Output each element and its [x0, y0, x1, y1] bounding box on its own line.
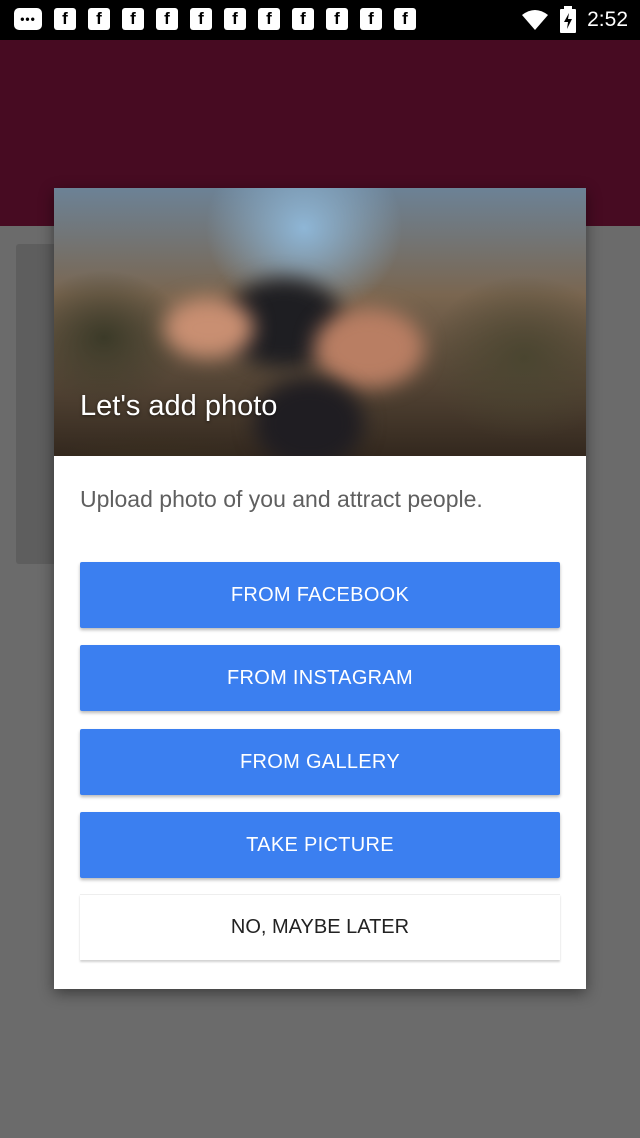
facebook-icon: f [54, 8, 76, 30]
maybe-later-button[interactable]: NO, MAYBE LATER [80, 894, 560, 960]
from-facebook-button[interactable]: FROM FACEBOOK [80, 562, 560, 628]
status-bar: ••• f f f f f f f f f f f 2:52 [0, 0, 640, 40]
facebook-icon: f [292, 8, 314, 30]
facebook-icon: f [88, 8, 110, 30]
message-icon: ••• [14, 8, 42, 30]
background-card [16, 244, 56, 564]
add-photo-dialog: Let's add photo Upload photo of you and … [54, 188, 586, 989]
from-gallery-button[interactable]: FROM GALLERY [80, 729, 560, 795]
hero-image: Let's add photo [54, 188, 586, 456]
hand-blur [164, 298, 254, 358]
facebook-icon: f [190, 8, 212, 30]
facebook-icon: f [224, 8, 246, 30]
facebook-icon: f [394, 8, 416, 30]
dialog-title: Let's add photo [80, 390, 278, 422]
facebook-icon: f [326, 8, 348, 30]
facebook-icon: f [258, 8, 280, 30]
hand-blur [314, 308, 424, 388]
dialog-subtitle: Upload photo of you and attract people. [80, 486, 483, 512]
battery-icon [560, 6, 577, 33]
from-instagram-button[interactable]: FROM INSTAGRAM [80, 645, 560, 711]
facebook-icon: f [360, 8, 382, 30]
facebook-icon: f [156, 8, 178, 30]
wifi-icon [522, 10, 549, 30]
system-icons: 2:52 [521, 6, 628, 34]
notification-icons: ••• f f f f f f f f f f f [14, 8, 416, 30]
take-picture-button[interactable]: TAKE PICTURE [80, 812, 560, 878]
clock: 2:52 [587, 8, 628, 31]
facebook-icon: f [122, 8, 144, 30]
